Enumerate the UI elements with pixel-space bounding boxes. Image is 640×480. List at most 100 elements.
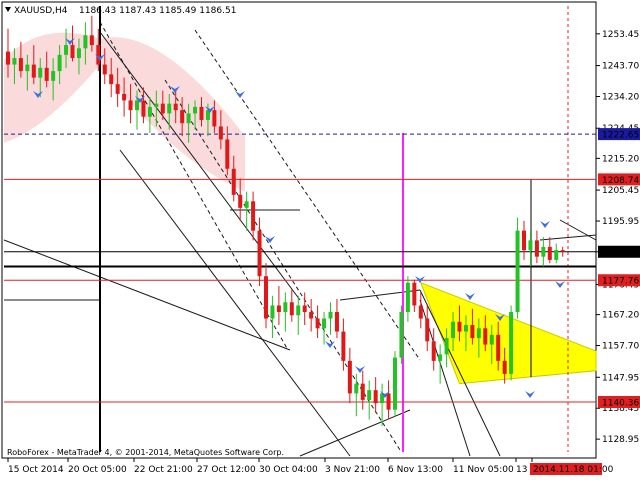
candle-body: [218, 126, 223, 140]
x-tick-label: 11 Nov 05:00: [453, 465, 514, 475]
candle-body: [386, 393, 391, 410]
candle-body: [135, 100, 139, 111]
candle-body: [360, 383, 365, 400]
x-tick-label: 3 Nov 21:00: [325, 465, 380, 475]
candle-body: [328, 312, 333, 319]
candle-body: [354, 383, 359, 394]
candle-body: [109, 74, 114, 85]
candle-body: [199, 106, 204, 120]
candle-body: [147, 106, 152, 117]
candle-body: [438, 354, 443, 361]
candle-body: [83, 35, 88, 49]
candle-body: [418, 305, 423, 319]
candle-body: [367, 390, 372, 400]
candle-body: [522, 230, 526, 251]
y-tick-label: 1243.70: [602, 62, 639, 72]
candle-body: [393, 357, 397, 410]
candle-body: [483, 328, 488, 345]
candle-body: [283, 302, 288, 313]
candle-body: [70, 45, 75, 59]
candle-body: [502, 360, 507, 374]
candle-body: [399, 312, 404, 358]
candle-body: [276, 305, 281, 313]
candle-body: [541, 246, 546, 257]
candle-body: [25, 64, 30, 72]
chart-header: XAUUSD,H4 1186.43 1187.43 1185.49 1186.5…: [5, 6, 236, 16]
candle-body: [405, 282, 410, 313]
candle-body: [12, 58, 17, 65]
price-chart[interactable]: 1253.451243.701234.201224.451215.201205.…: [0, 0, 640, 480]
time-highlight-label: 2014.11.18 01:00: [533, 465, 614, 475]
candle-body: [173, 103, 178, 111]
candle-body: [89, 35, 94, 46]
candle-body: [6, 51, 10, 65]
candle-body: [38, 67, 43, 78]
candle-body: [309, 312, 314, 319]
current-price-label: 1186.51: [602, 248, 639, 258]
y-tick-label: 1167.20: [602, 311, 639, 321]
candle-body: [457, 321, 462, 332]
candle-body: [341, 331, 346, 361]
candle-body: [334, 312, 339, 332]
x-tick-label: 20 Oct 05:00: [68, 465, 127, 475]
candle-body: [225, 139, 230, 169]
candle-body: [115, 84, 120, 94]
candle-body: [347, 360, 352, 394]
candle-body: [296, 305, 301, 316]
x-tick-label: 6 Nov 13:00: [388, 465, 443, 475]
price-axis: 1253.451243.701234.201224.451215.201205.…: [596, 30, 640, 445]
candle-body: [180, 110, 185, 124]
level-price-label: 1140.36: [602, 398, 639, 408]
time-axis: 15 Oct 2014 20 Oct 05:00 22 Oct 21:00 27 Oc…: [7, 458, 614, 475]
candle-body: [128, 100, 133, 111]
candle-body: [470, 325, 475, 339]
candle-body: [193, 106, 198, 114]
candle-body: [425, 318, 430, 342]
candle-body: [264, 276, 268, 319]
candle-body: [122, 93, 127, 101]
candle-body: [270, 305, 275, 319]
candle-body: [444, 338, 449, 355]
symbol-label: XAUUSD,H4: [14, 6, 68, 16]
y-tick-label: 1147.95: [602, 373, 639, 383]
y-tick-label: 1234.20: [602, 93, 639, 103]
x-tick-label: 22 Oct 21:00: [134, 465, 193, 475]
candle-body: [315, 318, 320, 329]
candle-body: [57, 54, 62, 72]
candle-body: [560, 250, 565, 252]
x-tick-label: 27 Oct 12:00: [197, 465, 256, 475]
x-tick-label: 13: [516, 465, 527, 475]
candle-body: [257, 230, 262, 277]
candle-body: [496, 334, 501, 361]
candle-body: [18, 58, 23, 72]
candle-body: [102, 64, 107, 75]
candle-body: [302, 305, 307, 313]
x-tick-label: 30 Oct 04:00: [259, 465, 318, 475]
candle-body: [251, 201, 256, 231]
candle-body: [476, 328, 481, 339]
candle-body: [238, 194, 243, 208]
candle-body: [373, 390, 378, 404]
candle-body: [554, 250, 559, 260]
candle-body: [31, 64, 36, 78]
candle-body: [547, 246, 552, 260]
candle-body: [515, 230, 520, 313]
candle-body: [231, 168, 236, 195]
y-tick-label: 1215.20: [602, 154, 639, 164]
candle-body: [154, 103, 159, 107]
candle-body: [412, 282, 417, 306]
candle-body: [509, 312, 514, 374]
level-price-label: 1208.74: [602, 176, 639, 186]
y-tick-label: 1195.95: [602, 217, 639, 227]
candle-body: [489, 334, 494, 345]
candle-body: [160, 103, 165, 114]
x-tick-label: 15 Oct 2014: [8, 465, 64, 475]
y-tick-label: 1128.95: [602, 435, 639, 445]
candle-body: [141, 100, 146, 117]
level-price-label: 1177.76: [602, 277, 639, 287]
candle-body: [534, 240, 539, 257]
y-tick-label: 1205.45: [602, 186, 639, 196]
candle-body: [451, 321, 456, 339]
y-tick-label: 1157.70: [602, 342, 639, 352]
candle-body: [244, 201, 249, 208]
